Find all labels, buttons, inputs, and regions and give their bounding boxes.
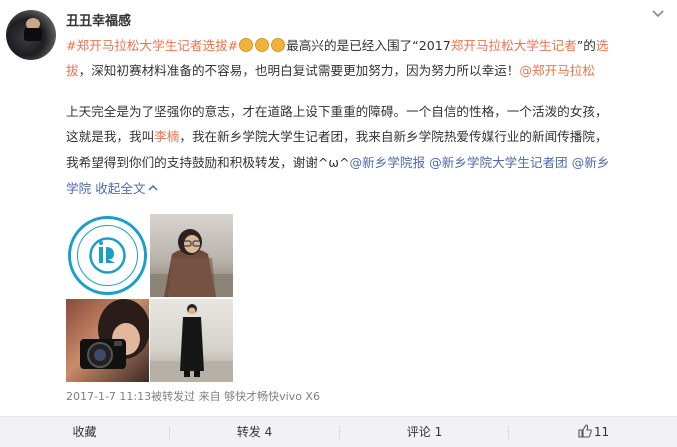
chevron-up-icon	[148, 184, 158, 191]
selection-link[interactable]: 选	[596, 38, 609, 53]
name-link[interactable]: 李楠	[154, 129, 179, 144]
mention-link[interactable]: @新乡	[572, 155, 610, 170]
keyword-link[interactable]: 郑开马拉松大学生记者	[451, 38, 577, 53]
thumbs-up-icon	[578, 424, 592, 438]
collapse-label: 收起全文	[95, 181, 146, 196]
post-meta: 2017-1-7 11:13被转发过 来自 够快才畅快vivo X6	[66, 390, 320, 403]
post-text: 我希望得到你们的支持鼓励和积极转发，谢谢^ω^	[66, 155, 350, 170]
mention-link[interactable]: @新乡学院报	[350, 155, 426, 170]
avatar-camera	[24, 28, 42, 41]
logo-image[interactable]	[66, 214, 149, 297]
mention-link[interactable]: @新乡学院大学生记者团	[429, 155, 568, 170]
like-button[interactable]: 11	[509, 417, 677, 447]
post-line-1: #郑开马拉松大学生记者选拔# 最高兴的是已经入围了“2017郑开马拉松大学生记者”…	[66, 33, 608, 58]
collapse-button[interactable]: 收起全文	[95, 181, 158, 196]
fist-emoji-icon	[255, 38, 270, 52]
marathon-link-label: 郑开马拉松	[531, 63, 595, 78]
post-text: ，我在新乡学院大学生记者团，我来自新乡学院热爱传媒行业的新闻传播院，	[179, 129, 608, 144]
topic-link[interactable]: #郑开马拉松大学生记者选拔#	[66, 38, 238, 53]
mention-link[interactable]: 学院	[66, 181, 91, 196]
username[interactable]: 丑丑幸福感	[66, 10, 131, 29]
favorite-button[interactable]: 收藏	[0, 417, 169, 447]
fist-emoji-icon	[271, 38, 286, 52]
fist-emoji-icon	[239, 38, 254, 52]
post-text: ，深知初赛材料准备的不容易，也明白复试需要更加努力，因为努力所以幸运！	[78, 63, 520, 78]
action-bar: 收藏 转发 4 评论 1 11	[0, 417, 677, 447]
at-icon: @	[519, 63, 532, 78]
marathon-link[interactable]: @郑开马拉松	[519, 63, 595, 78]
post-line-2: 拔，深知初赛材料准备的不容易，也明白复试需要更加努力，因为努力所以幸运！@郑开马…	[66, 58, 595, 83]
like-count: 11	[593, 425, 610, 439]
post-line-5: 我希望得到你们的支持鼓励和积极转发，谢谢^ω^@新乡学院报 @新乡学院大学生记者…	[66, 150, 609, 175]
weibo-post-card: 丑丑幸福感 #郑开马拉松大学生记者选拔# 最高兴的是已经入围了“2017郑开马拉松…	[0, 0, 677, 447]
post-text: ”的	[576, 38, 596, 53]
portrait-image[interactable]	[150, 214, 233, 297]
post-line-4: 这就是我，我叫李楠，我在新乡学院大学生记者团，我来自新乡学院热爱传媒行业的新闻传…	[66, 124, 608, 149]
chevron-down-icon[interactable]	[651, 6, 665, 20]
post-text: 这就是我，我叫	[66, 129, 155, 144]
avatar[interactable]	[6, 10, 56, 60]
post-line-6: 学院 收起全文	[66, 176, 158, 201]
fullbody-image[interactable]	[150, 299, 233, 382]
repost-button[interactable]: 转发 4	[170, 417, 339, 447]
selection-link[interactable]: 拔	[66, 63, 79, 78]
post-text: 最高兴的是已经入围了“2017	[286, 38, 451, 53]
post-line-3: 上天完全是为了坚强你的意志，才在道路上设下重重的障碍。一个自信的性格，一个活泼的…	[66, 104, 608, 119]
camera-image[interactable]	[66, 299, 149, 382]
comment-button[interactable]: 评论 1	[340, 417, 509, 447]
